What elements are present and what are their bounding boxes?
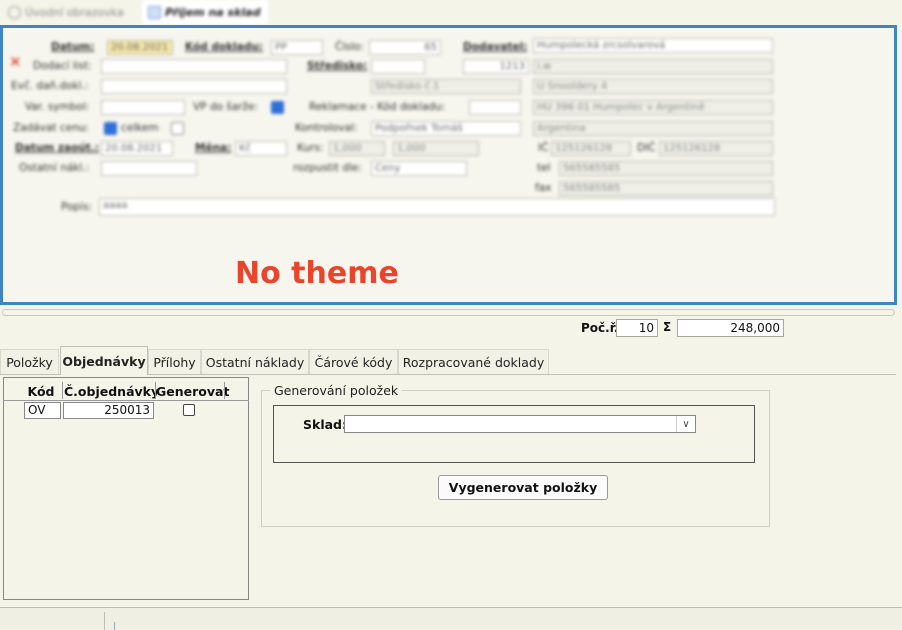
dodaci-list-field[interactable] xyxy=(101,59,287,74)
address-line-2: U Snooldery 4 xyxy=(533,79,773,94)
ic-field: 125126128 xyxy=(551,141,631,156)
kontroloval-select[interactable]: Podpořnek Tomáš xyxy=(371,121,521,136)
label-var-symbol: Var. symbol: xyxy=(25,101,90,113)
cell-generovat-checkbox[interactable] xyxy=(183,404,195,416)
column-header-cislo-objednavky[interactable]: Č.objednávky xyxy=(64,383,159,400)
tab-carove-kody[interactable]: Čárové kódy xyxy=(309,349,398,374)
sklad-select[interactable]: ∨ xyxy=(344,415,696,433)
window-tab-home[interactable]: Úvodní obrazovka xyxy=(2,0,140,24)
stredisko-number[interactable]: 1213 xyxy=(463,59,529,74)
reklamace-select[interactable] xyxy=(469,100,521,115)
evc-dan-field[interactable] xyxy=(101,79,287,94)
datum-zaout-field[interactable]: 20.08.2021 xyxy=(101,141,173,156)
tab-rozpracovane-doklady[interactable]: Rozpracované doklady xyxy=(398,349,549,374)
dodavatel-field[interactable]: Humpolecká zrcsolvarová xyxy=(533,38,773,53)
tab-prilohy[interactable]: Přílohy xyxy=(148,349,201,374)
label-vp-do-sarze: VP do šarže: xyxy=(193,101,259,113)
address-line-1: i.w xyxy=(533,59,773,74)
label-mena: Měna: xyxy=(195,142,232,154)
stredisko-select[interactable] xyxy=(371,59,425,74)
column-separator[interactable] xyxy=(224,382,225,399)
popis-field[interactable]: aaaa xyxy=(99,198,775,216)
rozpustit-dle-select[interactable]: Ceny xyxy=(371,161,467,176)
no-theme-watermark: No theme xyxy=(235,256,399,291)
label-celkem: celkem xyxy=(121,122,159,134)
cell-cislo-objednavky[interactable]: 250013 xyxy=(63,402,154,419)
label-kod-dokladu: Kód dokladu: xyxy=(185,41,263,53)
column-header-generovat[interactable]: Generovat xyxy=(156,383,229,400)
label-dic: DIČ xyxy=(637,142,656,154)
label-zadavat-cenu: Zadávat cenu: xyxy=(13,122,89,134)
status-bar xyxy=(0,607,902,630)
chevron-down-icon[interactable]: ∨ xyxy=(676,416,695,432)
label-kontroloval: Kontroloval: xyxy=(295,122,358,134)
kurs-field: 1,000 xyxy=(329,141,385,156)
label-ic: IČ xyxy=(538,142,549,154)
column-separator[interactable] xyxy=(62,382,63,399)
home-icon xyxy=(8,5,21,19)
grid-header-divider xyxy=(3,400,249,401)
label-dodavatel: Dodavatel: xyxy=(463,41,528,53)
dic-field: 125126128 xyxy=(659,141,773,156)
row-count-label: Poč.ř. xyxy=(581,321,619,335)
label-cislo: Číslo: xyxy=(335,41,364,53)
cislo-field[interactable]: 65 xyxy=(369,40,441,55)
kod-dokladu-select[interactable]: PP xyxy=(271,40,323,55)
vygenerovat-polozky-button[interactable]: Vygenerovat položky xyxy=(438,475,608,500)
window-tab-label: Úvodní obrazovka xyxy=(25,5,124,19)
cena-radio[interactable] xyxy=(104,122,117,135)
vp-do-sarze-checkbox[interactable] xyxy=(271,101,284,114)
label-fax: fax xyxy=(535,182,552,194)
row-count-value: 10 xyxy=(616,319,658,337)
label-popis: Popis: xyxy=(61,201,92,213)
celkem-checkbox[interactable] xyxy=(171,122,184,135)
label-datum-zaout: Datum zaoút.: xyxy=(15,142,99,154)
datum-field[interactable]: 20.08.2021 xyxy=(107,40,173,55)
label-kurs: Kurs: xyxy=(297,142,324,154)
label-reklamace: Reklamace - Kód dokladu: xyxy=(309,101,446,113)
document-header-form: ✕ Datum: 20.08.2021 Kód dokladu: PP Čísl… xyxy=(0,25,897,305)
tab-polozky[interactable]: Položky xyxy=(0,349,59,374)
fax-field: 565585585 xyxy=(559,181,773,196)
sum-value: 248,000 xyxy=(677,319,784,337)
label-evc-dan: Evč. daň.dokl.: xyxy=(11,80,89,92)
group-legend: Generování položek xyxy=(270,383,403,398)
label-tel: tel xyxy=(537,162,551,174)
label-stredisko: Středisko: xyxy=(307,60,368,72)
label-ostatni-nakl: Ostatní nákl.: xyxy=(19,162,90,174)
window-tab-label: Příjem na sklad xyxy=(165,5,261,19)
tel-field: 565585585 xyxy=(559,161,773,176)
cell-kod[interactable]: OV xyxy=(24,402,61,419)
header-fields-area: ✕ Datum: 20.08.2021 Kód dokladu: PP Čísl… xyxy=(3,28,894,256)
label-rozpustit-dle: rozpustit dle: xyxy=(293,162,362,174)
label-datum: Datum: xyxy=(51,41,95,53)
panel-splitter[interactable] xyxy=(2,309,895,316)
document-icon xyxy=(148,5,161,19)
address-line-4: Argentina xyxy=(533,121,773,136)
stredisko-name: Středisko č.1 xyxy=(371,79,521,94)
window-tab-receipt[interactable]: Příjem na sklad xyxy=(142,0,268,24)
mena-select[interactable]: Kč xyxy=(235,141,287,156)
sklad-label: Sklad: xyxy=(303,417,347,432)
tab-ostatni-naklady[interactable]: Ostatní náklady xyxy=(201,349,309,374)
close-red-x-icon[interactable]: ✕ xyxy=(9,55,22,70)
column-header-kod[interactable]: Kód xyxy=(23,383,59,400)
label-dodaci-list: Dodací list: xyxy=(33,60,92,72)
tab-objednavky[interactable]: Objednávky xyxy=(60,346,148,375)
var-symbol-field[interactable] xyxy=(101,100,185,115)
address-line-3: HU 396 01 Humpolec v Argentině xyxy=(533,100,773,115)
ostatni-nakl-field[interactable] xyxy=(101,161,197,176)
sigma-label: Σ xyxy=(663,320,672,334)
status-divider xyxy=(104,612,105,630)
sklad-frame xyxy=(273,405,755,463)
kurs-field-2: 1,000 xyxy=(393,141,479,156)
